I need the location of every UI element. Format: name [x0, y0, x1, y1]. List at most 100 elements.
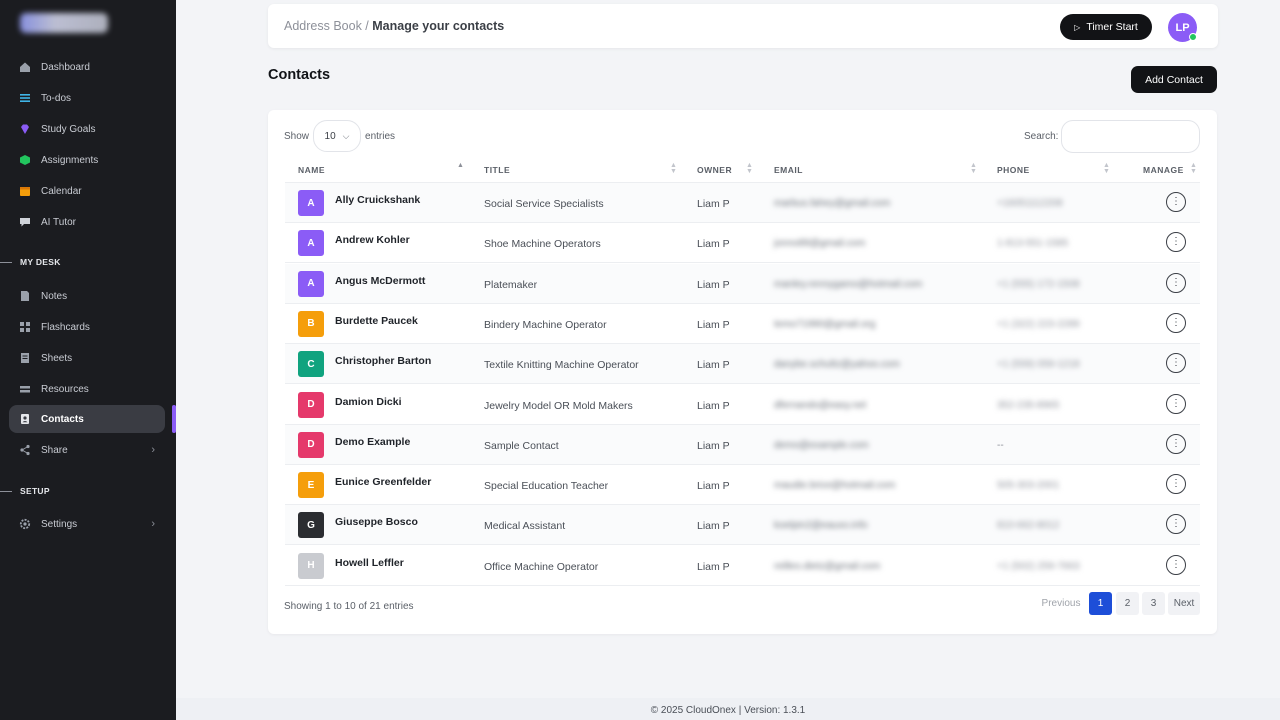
contact-name[interactable]: Andrew Kohler	[335, 234, 410, 246]
breadcrumb-parent[interactable]: Address Book	[284, 19, 362, 33]
pagination-page-3[interactable]: 3	[1142, 592, 1165, 615]
table-row[interactable]: B Burdette Paucek Bindery Machine Operator…	[285, 304, 1200, 344]
contact-name[interactable]: Angus McDermott	[335, 275, 425, 287]
add-contact-button[interactable]: Add Contact	[1131, 66, 1217, 93]
sort-icon[interactable]: ▲ ▼	[1103, 162, 1110, 175]
sidebar-item-notes[interactable]: Notes	[9, 282, 165, 310]
column-header-title[interactable]: TITLE	[484, 165, 510, 175]
contact-email: koelpin2@eauxo.info	[774, 520, 868, 532]
contact-avatar: G	[298, 512, 324, 539]
contact-avatar: B	[298, 310, 324, 337]
sidebar-item-label: Share	[41, 444, 68, 456]
user-avatar[interactable]: LP	[1168, 13, 1197, 42]
sidebar-item-sheets[interactable]: Sheets	[9, 344, 165, 372]
breadcrumb: Address Book / Manage your contacts	[284, 19, 504, 33]
contact-name[interactable]: Ally Cruickshank	[335, 194, 420, 206]
sidebar-item-label: Resources	[41, 383, 89, 395]
manage-menu-button[interactable]: ⋮	[1166, 514, 1186, 535]
sidebar-item-label: Contacts	[41, 413, 84, 425]
sidebar-item-settings[interactable]: Settings ›	[9, 510, 165, 538]
sort-icon[interactable]: ▲ ▼	[1190, 162, 1197, 175]
contact-phone: +1 (502) 259-7663	[997, 560, 1080, 572]
sidebar-item-ai-tutor[interactable]: AI Tutor	[9, 208, 165, 236]
sidebar-item-share[interactable]: Share ›	[9, 436, 165, 464]
sort-icon[interactable]: ▲ ▼	[970, 162, 977, 175]
contacts-card: Show 10 ⌵ entries Search: NAME ▲ TITLE ▲…	[268, 110, 1217, 634]
contact-name[interactable]: Howell Leffler	[335, 557, 404, 569]
user-initials: LP	[1175, 21, 1190, 34]
table-row[interactable]: A Ally Cruickshank Social Service Speciali…	[285, 183, 1200, 223]
sort-icon[interactable]: ▲ ▼	[746, 162, 753, 175]
entries-select[interactable]: 10 ⌵	[313, 120, 362, 152]
contact-email: manley.rennygamo@hotmail.com	[774, 278, 923, 290]
pagination-page-2[interactable]: 2	[1116, 592, 1139, 615]
table-row[interactable]: E Eunice Greenfelder Special Education Tea…	[285, 465, 1200, 506]
contact-phone: +1 (322) 223-2289	[997, 318, 1080, 330]
contact-avatar: D	[298, 391, 324, 418]
column-header-name[interactable]: NAME	[298, 165, 325, 175]
breadcrumb-separator: /	[361, 19, 373, 33]
app-logo[interactable]	[20, 13, 108, 33]
manage-menu-button[interactable]: ⋮	[1166, 393, 1186, 414]
timer-start-button[interactable]: ▷ Timer Start	[1060, 14, 1152, 40]
active-nav-indicator	[172, 405, 176, 433]
column-header-phone[interactable]: PHONE	[997, 165, 1030, 175]
sidebar-item-assignments[interactable]: Assignments	[9, 146, 165, 174]
manage-menu-button[interactable]: ⋮	[1166, 474, 1186, 495]
contact-title: Bindery Machine Operator	[484, 318, 607, 331]
manage-menu-button[interactable]: ⋮	[1166, 192, 1186, 212]
sidebar-item-label: Settings	[41, 518, 78, 530]
sort-asc-icon[interactable]: ▲	[457, 162, 464, 169]
sidebar-item-study-goals[interactable]: Study Goals	[9, 115, 165, 143]
chevron-down-icon: ⌵	[342, 130, 350, 141]
sidebar-item-dashboard[interactable]: Dashboard	[9, 53, 165, 81]
contact-name[interactable]: Demo Example	[335, 436, 410, 448]
contact-avatar: C	[298, 351, 324, 378]
footer: © 2025 CloudOnex | Version: 1.3.1	[176, 698, 1280, 720]
sidebar-item-flashcards[interactable]: Flashcards	[9, 313, 165, 341]
contact-title: Medical Assistant	[484, 520, 566, 533]
manage-menu-button[interactable]: ⋮	[1166, 554, 1186, 575]
timer-start-label: Timer Start	[1086, 21, 1138, 33]
manage-menu-button[interactable]: ⋮	[1166, 353, 1186, 374]
manage-menu-button[interactable]: ⋮	[1166, 433, 1186, 454]
sidebar-item-label: Notes	[41, 290, 68, 302]
contact-title: Jewelry Model OR Mold Makers	[484, 399, 633, 412]
table-row[interactable]: D Damion Dicki Jewelry Model OR Mold Maker…	[285, 385, 1200, 425]
manage-menu-button[interactable]: ⋮	[1166, 312, 1186, 333]
search-input[interactable]	[1061, 120, 1200, 153]
chat-icon	[20, 218, 30, 227]
sidebar: Dashboard To-dos Study Goals Assignments…	[0, 0, 176, 720]
table-row[interactable]: A Andrew Kohler Shoe Machine Operators Liam…	[285, 223, 1200, 264]
table-row[interactable]: A Angus McDermott Platemaker Liam P manley.r…	[285, 263, 1200, 304]
sort-icon[interactable]: ▲ ▼	[670, 162, 677, 175]
sidebar-item-contacts[interactable]: Contacts	[9, 405, 165, 433]
sidebar-item-label: Calendar	[41, 185, 82, 197]
contact-name[interactable]: Giuseppe Bosco	[335, 516, 418, 528]
table-row[interactable]: H Howell Leffler Office Machine Operator Li…	[285, 546, 1200, 586]
table-row[interactable]: D Demo Example Sample Contact Liam P demo@ex…	[285, 424, 1200, 465]
breadcrumb-current: Manage your contacts	[372, 19, 505, 33]
sidebar-item-calendar[interactable]: Calendar	[9, 177, 165, 205]
pagination-next[interactable]: Next	[1168, 592, 1200, 615]
contact-email: jonno89@gmail.com	[774, 238, 866, 250]
contact-name[interactable]: Eunice Greenfelder	[335, 476, 431, 488]
manage-menu-button[interactable]: ⋮	[1166, 272, 1186, 293]
contact-name[interactable]: Christopher Barton	[335, 355, 431, 367]
contact-owner: Liam P	[697, 238, 730, 251]
table-row[interactable]: G Giuseppe Bosco Medical Assistant Liam P ko…	[285, 505, 1200, 546]
contact-title: Platemaker	[484, 278, 538, 291]
column-header-email[interactable]: EMAIL	[774, 165, 803, 175]
contact-name[interactable]: Damion Dicki	[335, 396, 402, 408]
table-row[interactable]: C Christopher Barton Textile Knitting Mach…	[285, 344, 1200, 385]
sidebar-item-todos[interactable]: To-dos	[9, 84, 165, 112]
manage-menu-button[interactable]: ⋮	[1166, 232, 1186, 253]
sidebar-item-resources[interactable]: Resources	[9, 375, 165, 403]
contact-email: temo71990@gmail.org	[774, 318, 876, 330]
pagination-previous[interactable]: Previous	[1038, 592, 1084, 615]
column-header-owner[interactable]: OWNER	[697, 165, 732, 175]
contact-email: marbus.fahey@gmail.com	[774, 198, 891, 209]
pagination-page-1[interactable]: 1	[1089, 592, 1112, 615]
contact-email: dfernando@easy.net	[774, 399, 867, 411]
contact-name[interactable]: Burdette Paucek	[335, 315, 418, 327]
